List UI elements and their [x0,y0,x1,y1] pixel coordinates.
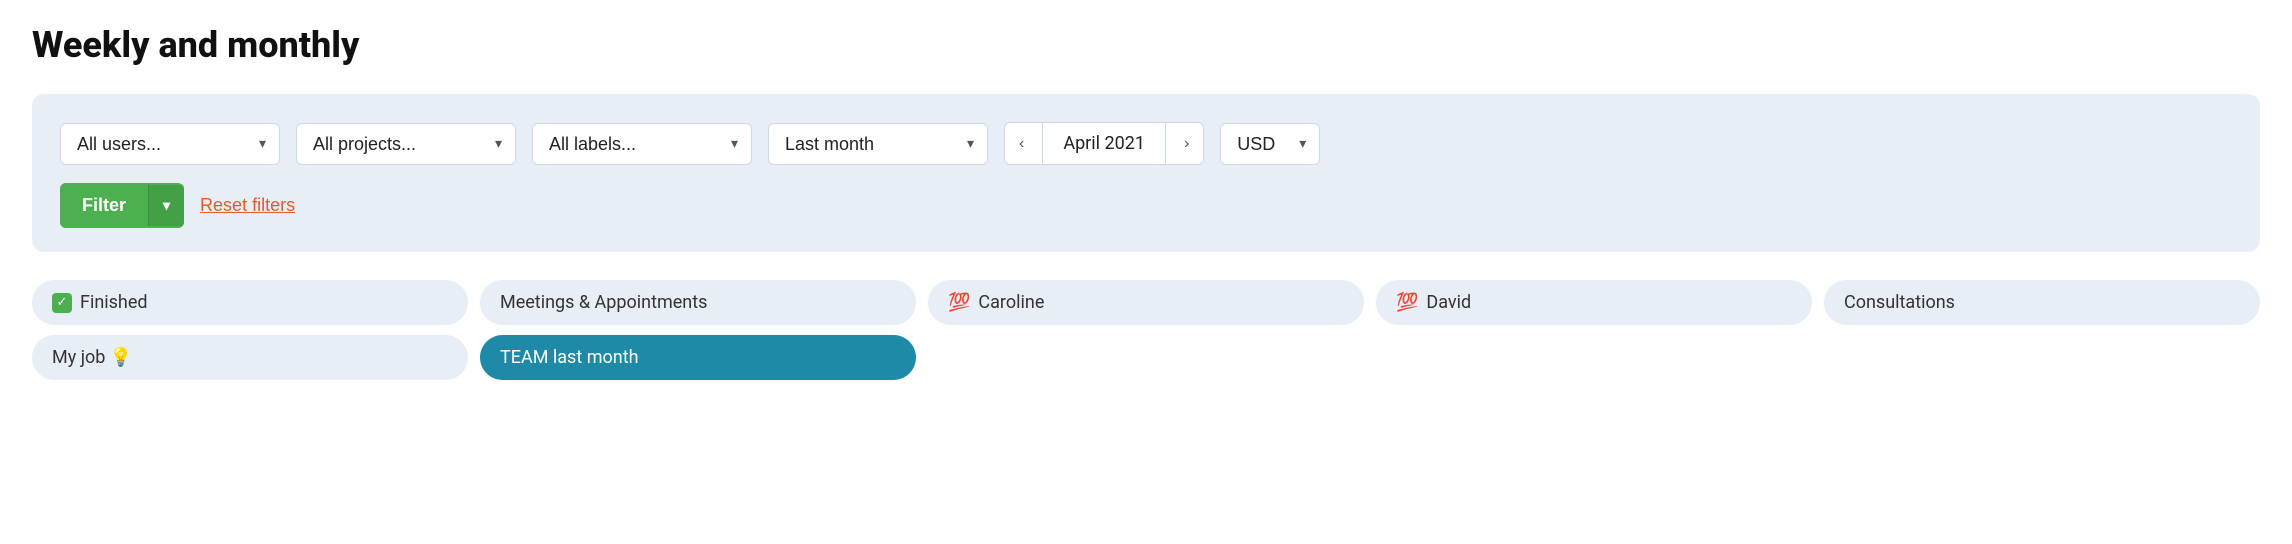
reset-filters-button[interactable]: Reset filters [200,195,295,216]
tag-caroline[interactable]: 💯 Caroline [928,280,1364,325]
currency-select-wrapper: USD ▾ [1220,123,1320,165]
tag-label-david: David [1426,292,1471,313]
tag-label-meetings: Meetings & Appointments [500,292,707,313]
period-select-wrapper: Last month ▾ [768,123,988,165]
tag-myjob[interactable]: My job 💡 [32,335,468,380]
tag-team[interactable]: TEAM last month [480,335,916,380]
btn-row: Filter ▾ Reset filters [60,183,2232,228]
date-prev-button[interactable]: ‹ [1005,125,1038,163]
filter-btn-label: Filter [60,183,148,228]
currency-select[interactable]: USD [1220,123,1320,165]
labels-select-wrapper: All labels... ▾ [532,123,752,165]
tag-emoji-caroline: 💯 [948,292,970,313]
tag-label-team: TEAM last month [500,347,639,368]
filter-btn-dropdown-arrow[interactable]: ▾ [148,185,184,226]
tag-label-consultations: Consultations [1844,292,1955,313]
tag-david[interactable]: 💯 David [1376,280,1812,325]
date-next-button[interactable]: › [1170,125,1203,163]
date-navigator: ‹ April 2021 › [1004,122,1204,165]
checkmark-icon: ✓ [57,296,68,309]
period-select[interactable]: Last month [768,123,988,165]
tag-finished[interactable]: ✓ Finished [32,280,468,325]
date-label: April 2021 [1042,123,1166,164]
filter-row: All users... ▾ All projects... ▾ All lab… [60,122,2232,165]
tag-label-caroline: Caroline [978,292,1044,313]
tag-label-myjob: My job 💡 [52,347,132,368]
tags-section: ✓ Finished Meetings & Appointments 💯 Carolin… [32,280,2260,380]
tag-checkbox-finished: ✓ [52,293,72,313]
page-title: Weekly and monthly [32,24,2260,66]
tag-meetings[interactable]: Meetings & Appointments [480,280,916,325]
users-select[interactable]: All users... [60,123,280,165]
projects-select-wrapper: All projects... ▾ [296,123,516,165]
filter-button[interactable]: Filter ▾ [60,183,184,228]
labels-select[interactable]: All labels... [532,123,752,165]
tag-label-finished: Finished [80,292,148,313]
tag-emoji-david: 💯 [1396,292,1418,313]
users-select-wrapper: All users... ▾ [60,123,280,165]
tag-consultations[interactable]: Consultations [1824,280,2260,325]
filter-bar: All users... ▾ All projects... ▾ All lab… [32,94,2260,252]
projects-select[interactable]: All projects... [296,123,516,165]
